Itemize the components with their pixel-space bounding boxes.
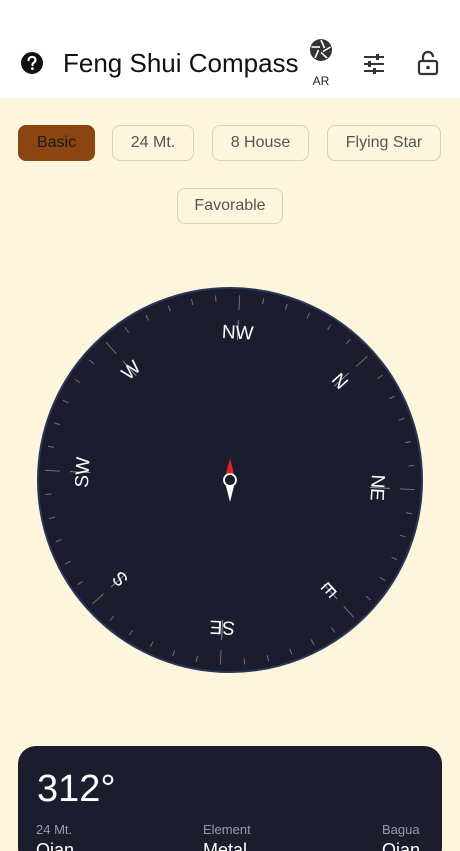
compass-label-nw: NW [221,322,254,345]
mountain-value: Qian [36,840,75,851]
bagua-label: Bagua [382,822,420,837]
tab-24-mountains[interactable]: 24 Mt. [112,125,194,161]
info-card: 312° 24 Mt. Element Bagua Qian Metal Qia… [18,746,442,851]
compass[interactable]: N NE E SE S SW W NW [37,287,423,673]
lock-open-icon[interactable] [416,50,440,76]
tab-flying-star[interactable]: Flying Star [327,125,441,161]
bagua-value: Qian [382,840,421,851]
tab-basic[interactable]: Basic [18,125,95,161]
help-icon[interactable] [20,51,44,75]
ar-label: AR [312,74,330,88]
compass-dial: NNEESESSWWNW [37,287,423,673]
mountain-label: 24 Mt. [36,822,73,837]
element-value: Metal [203,840,248,851]
tune-icon[interactable] [362,52,386,76]
camera-shutter-icon [310,39,332,61]
element-label: Element [203,822,251,837]
tab-8-house[interactable]: 8 House [212,125,309,161]
compass-label-se: SE [209,616,235,638]
compass-label-sw: SW [72,456,95,488]
heading-degree: 312° [37,768,116,810]
app-header: Feng Shui Compass AR [0,0,460,98]
compass-label-ne: NE [366,474,388,501]
page-title: Feng Shui Compass [63,48,299,78]
tab-favorable[interactable]: Favorable [177,188,283,224]
needle-pivot [223,473,237,487]
ar-button[interactable]: AR [303,36,339,90]
